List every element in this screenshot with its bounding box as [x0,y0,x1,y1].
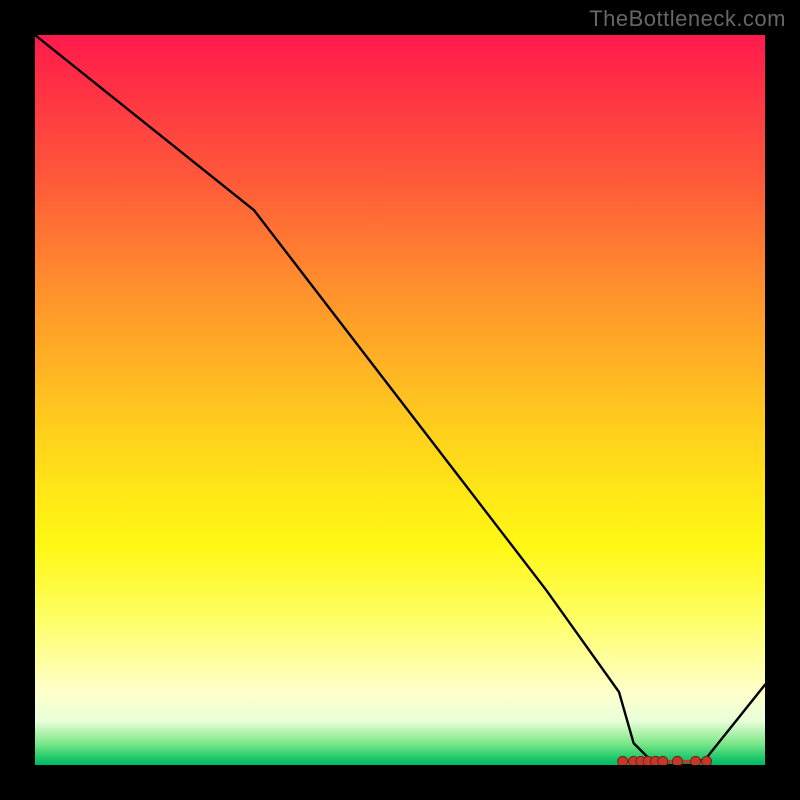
watermark-text: TheBottleneck.com [589,6,786,32]
plot-gradient-background [35,35,765,765]
chart-frame: TheBottleneck.com [0,0,800,800]
